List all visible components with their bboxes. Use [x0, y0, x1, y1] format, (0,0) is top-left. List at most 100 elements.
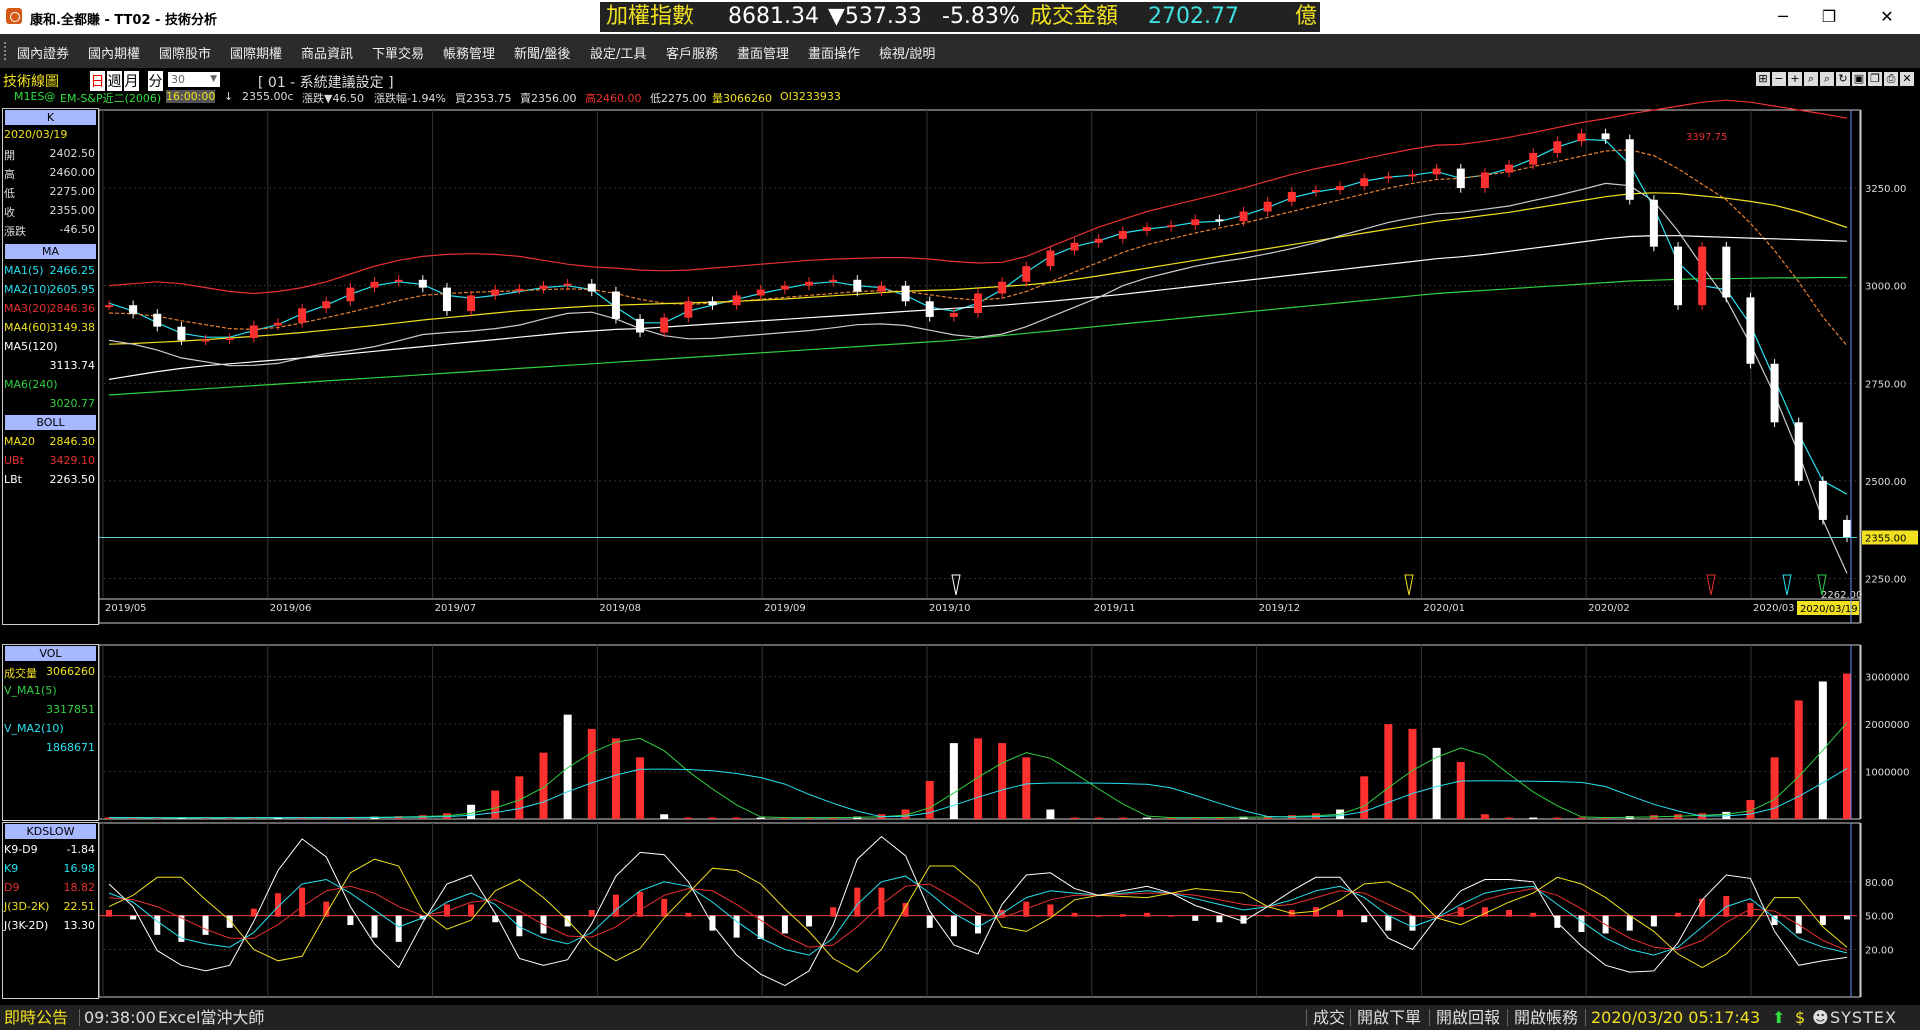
volume-bar [1577, 817, 1586, 819]
open-order-button[interactable]: 開啟下單 [1357, 1005, 1421, 1030]
kd-diff-bar [637, 891, 644, 917]
candle-body [1818, 480, 1827, 520]
volume-bar [732, 817, 741, 819]
kd-diff-bar [1385, 915, 1392, 931]
open-account-button[interactable]: 開啟帳務 [1514, 1005, 1578, 1030]
candle-body [853, 279, 862, 292]
volume-bar [491, 790, 500, 819]
kd-diff-bar [1071, 912, 1078, 917]
signal-marker-icon [1706, 574, 1716, 596]
candle-body [756, 289, 765, 296]
candle-body [660, 317, 669, 333]
kd-diff-bar [1337, 910, 1344, 917]
kd-diff-bar [926, 915, 933, 928]
brand-logo: SYSTEX [1830, 1008, 1897, 1027]
candle-body [1191, 219, 1200, 226]
candle-body [1625, 139, 1634, 200]
volume-bar [1408, 728, 1417, 819]
candle-body [732, 295, 741, 306]
status-separator [1306, 1009, 1307, 1026]
kd-diff-bar [1119, 914, 1126, 917]
y-tick-label: 3000000 [1865, 673, 1910, 684]
kd-diff-bar [1361, 915, 1368, 923]
candle-body [105, 305, 113, 308]
candle-body [1674, 246, 1683, 306]
candle-body [1094, 238, 1103, 243]
kd-diff-bar [612, 894, 619, 917]
kd-diff-bar [226, 915, 233, 928]
kd-diff-bar [781, 915, 788, 934]
volume-bar [1843, 673, 1851, 819]
kd-diff-bar [1216, 915, 1223, 923]
kd-diff-bar [250, 908, 257, 917]
y-tick-label: 50.00 [1865, 912, 1894, 923]
kd-diff-bar [154, 915, 161, 935]
y-tick-label: 20.00 [1865, 946, 1894, 957]
kd-diff-bar [130, 915, 137, 920]
technical-chart[interactable]: 2019/05 2019/06 2019/07 2019/08 2019/09 2019/… [0, 0, 1920, 1005]
x-tick-label: 2019/05 [105, 603, 147, 614]
candle-body [467, 295, 476, 312]
candle-body [1336, 186, 1345, 191]
kd-diff-bar [564, 915, 571, 927]
candle-body [1456, 168, 1465, 189]
last-date-label: 2020/03/19 [1800, 604, 1858, 615]
deal-button[interactable]: 成交 [1313, 1005, 1345, 1030]
signal-marker-icon [951, 574, 961, 596]
volume-bar [1529, 817, 1538, 819]
candle-body [1480, 172, 1489, 189]
candle-body [129, 305, 138, 314]
volume-bar [1456, 762, 1465, 819]
open-report-button[interactable]: 開啟回報 [1436, 1005, 1500, 1030]
kd-diff-bar [588, 910, 595, 917]
kd-diff-bar [202, 915, 209, 935]
candle-body [974, 293, 982, 314]
candle-body [273, 322, 282, 326]
candle-body [1360, 178, 1369, 187]
notice-label[interactable]: 即時公告 [4, 1005, 68, 1030]
kd-diff-bar [1409, 915, 1416, 931]
volume-bar [1794, 700, 1803, 819]
x-tick-label: 2019/08 [599, 603, 641, 614]
candle-body [925, 301, 934, 317]
candle-body [829, 279, 838, 282]
kd-diff-bar [1771, 915, 1778, 926]
kd-diff-bar [1650, 915, 1657, 927]
candle-body [515, 288, 524, 291]
kd-diff-bar [733, 915, 740, 938]
price-panel-frame [98, 109, 1861, 624]
candle-body [1167, 225, 1176, 228]
candle-body [1553, 141, 1562, 153]
candle-body [1601, 133, 1610, 140]
x-tick-label: 2019/06 [270, 603, 312, 614]
candle-body [1263, 201, 1272, 212]
candle-body [1287, 191, 1296, 202]
volume-bar [1480, 814, 1489, 819]
volume-bar [563, 714, 572, 819]
kd-diff-bar [1626, 915, 1633, 931]
candle-body [1505, 164, 1514, 173]
candle-body [901, 285, 910, 302]
kd-diff-bar [299, 887, 306, 917]
y-tick-label: 80.00 [1865, 878, 1894, 889]
y-tick-label: 2000000 [1865, 720, 1910, 731]
status-separator [1585, 1009, 1586, 1026]
x-tick-label: 2019/09 [764, 603, 806, 614]
candle-body [1794, 422, 1803, 481]
candle-body [1311, 190, 1320, 193]
candle-body [1577, 133, 1586, 142]
volume-bar [1384, 724, 1393, 819]
candle-body [1118, 231, 1127, 239]
x-tick-label: 2019/07 [435, 603, 477, 614]
kd-diff-bar [806, 915, 813, 927]
candle-body [587, 283, 596, 292]
x-tick-label: 2019/10 [929, 603, 971, 614]
candle-body [249, 325, 258, 338]
notice-text[interactable]: Excel當沖大師 [158, 1005, 264, 1030]
kd-diff-bar [371, 915, 378, 938]
x-tick-label: 2020/03 [1753, 603, 1795, 614]
candle-body [780, 285, 789, 290]
kd-diff-bar [661, 898, 668, 917]
x-tick-label: 2019/12 [1259, 603, 1301, 614]
candle-body [563, 283, 572, 286]
